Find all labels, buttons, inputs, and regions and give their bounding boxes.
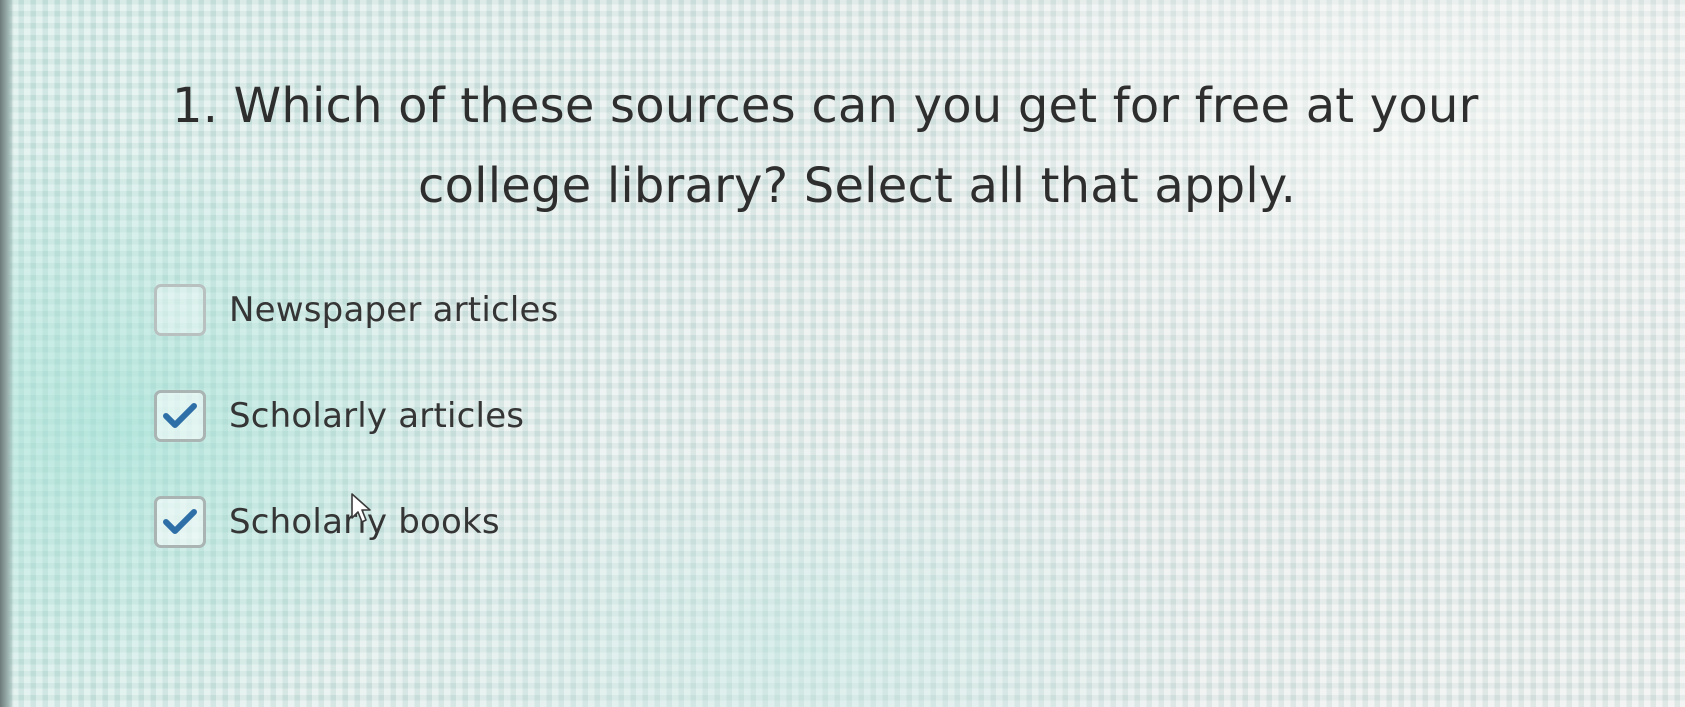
option-scholarly-articles[interactable]: Scholarly articles (154, 388, 559, 444)
option-newspaper-articles[interactable]: Newspaper articles (154, 282, 559, 338)
question-line-2: college library? Select all that apply. (418, 158, 1297, 214)
question-text: 1. Which of these sources can you get fo… (172, 66, 1592, 226)
monitor-bezel (0, 0, 14, 707)
answer-options: Newspaper articles Scholarly articles Sc… (154, 282, 559, 600)
option-label: Scholarly articles (229, 396, 525, 436)
question-number: 1. (172, 78, 219, 134)
checkbox-scholarly-books[interactable] (154, 496, 206, 548)
check-icon (163, 403, 197, 428)
check-icon (163, 509, 197, 534)
option-label: Newspaper articles (229, 290, 559, 330)
checkbox-newspaper-articles[interactable] (154, 284, 206, 336)
checkbox-scholarly-articles[interactable] (154, 390, 206, 442)
mouse-pointer-icon (351, 493, 371, 523)
question-line-1: Which of these sources can you get for f… (233, 78, 1479, 134)
